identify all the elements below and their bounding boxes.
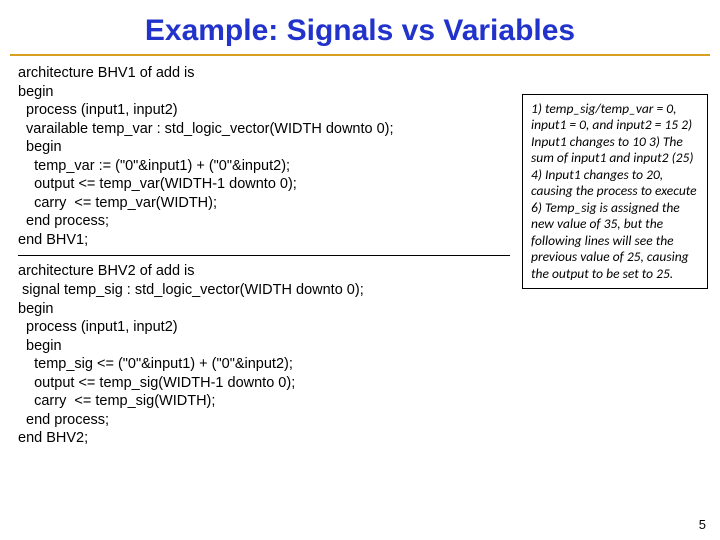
- page-number: 5: [699, 517, 706, 532]
- notes-box: 1) temp_sig/temp_var = 0, input1 = 0, an…: [522, 94, 708, 289]
- code-separator: [18, 255, 510, 256]
- content-area: architecture BHV1 of add is begin proces…: [0, 56, 720, 448]
- code-column: architecture BHV1 of add is begin proces…: [18, 64, 510, 448]
- code-block-bhv1: architecture BHV1 of add is begin proces…: [18, 64, 510, 249]
- code-block-bhv2: architecture BHV2 of add is signal temp_…: [18, 262, 510, 447]
- slide-title: Example: Signals vs Variables: [10, 0, 710, 56]
- notes-column: 1) temp_sig/temp_var = 0, input1 = 0, an…: [522, 94, 708, 448]
